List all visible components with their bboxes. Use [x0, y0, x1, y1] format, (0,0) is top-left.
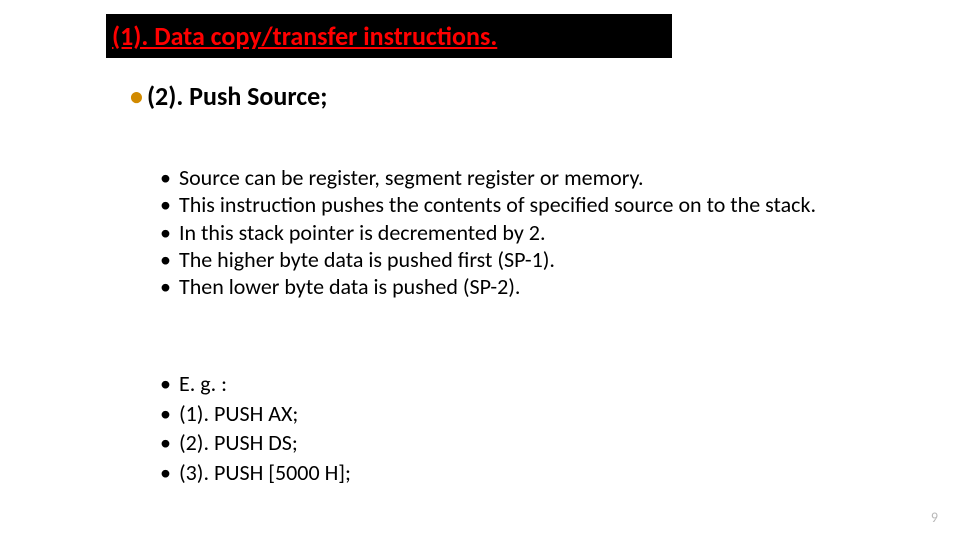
- bullet-icon: •: [160, 165, 171, 190]
- slide-subhead: •(2). Push Source;: [130, 80, 327, 112]
- list-item: • (3). PUSH [5000 H];: [160, 459, 840, 487]
- list-item-text: In this stack pointer is decremented by …: [179, 220, 546, 245]
- bullet-icon: •: [160, 247, 171, 272]
- body-block-2: • E. g. : • (1). PUSH AX; • (2). PUSH DS; •…: [160, 370, 840, 488]
- list-item: • This instruction pushes the contents of…: [160, 192, 840, 217]
- bullet-icon: •: [130, 80, 143, 112]
- bullet-icon: •: [160, 274, 171, 299]
- list-item-text: Source can be register, segment register…: [179, 165, 644, 190]
- list-item-text: (1). PUSH AX;: [179, 400, 298, 428]
- list-item: • (2). PUSH DS;: [160, 429, 840, 457]
- bullet-icon: •: [160, 429, 171, 457]
- list-item-text: The higher byte data is pushed first (SP…: [179, 247, 555, 272]
- bullet-icon: •: [160, 370, 171, 398]
- bullet-icon: •: [160, 459, 171, 487]
- list-item: • Then lower byte data is pushed (SP-2).: [160, 274, 840, 299]
- list-item-text: This instruction pushes the contents of …: [179, 192, 816, 217]
- bullet-icon: •: [160, 400, 171, 428]
- subhead-text: (2). Push Source;: [147, 80, 327, 112]
- slide: (1). Data copy/transfer instructions. •(…: [0, 0, 960, 540]
- bullet-icon: •: [160, 220, 171, 245]
- list-item: • (1). PUSH AX;: [160, 400, 840, 428]
- list-item-text: (3). PUSH [5000 H];: [179, 459, 351, 487]
- page-number: 9: [931, 509, 938, 526]
- bullet-icon: •: [160, 192, 171, 217]
- body-block-1: • Source can be register, segment registe…: [160, 165, 840, 301]
- slide-title-box: (1). Data copy/transfer instructions.: [106, 14, 672, 58]
- list-item: • E. g. :: [160, 370, 840, 398]
- list-item: • Source can be register, segment registe…: [160, 165, 840, 190]
- slide-title: (1). Data copy/transfer instructions.: [112, 20, 497, 52]
- list-item: • The higher byte data is pushed first (S…: [160, 247, 840, 272]
- list-item-text: Then lower byte data is pushed (SP-2).: [179, 274, 521, 299]
- list-item: • In this stack pointer is decremented by…: [160, 220, 840, 245]
- list-item-text: E. g. :: [179, 370, 227, 398]
- list-item-text: (2). PUSH DS;: [179, 429, 298, 457]
